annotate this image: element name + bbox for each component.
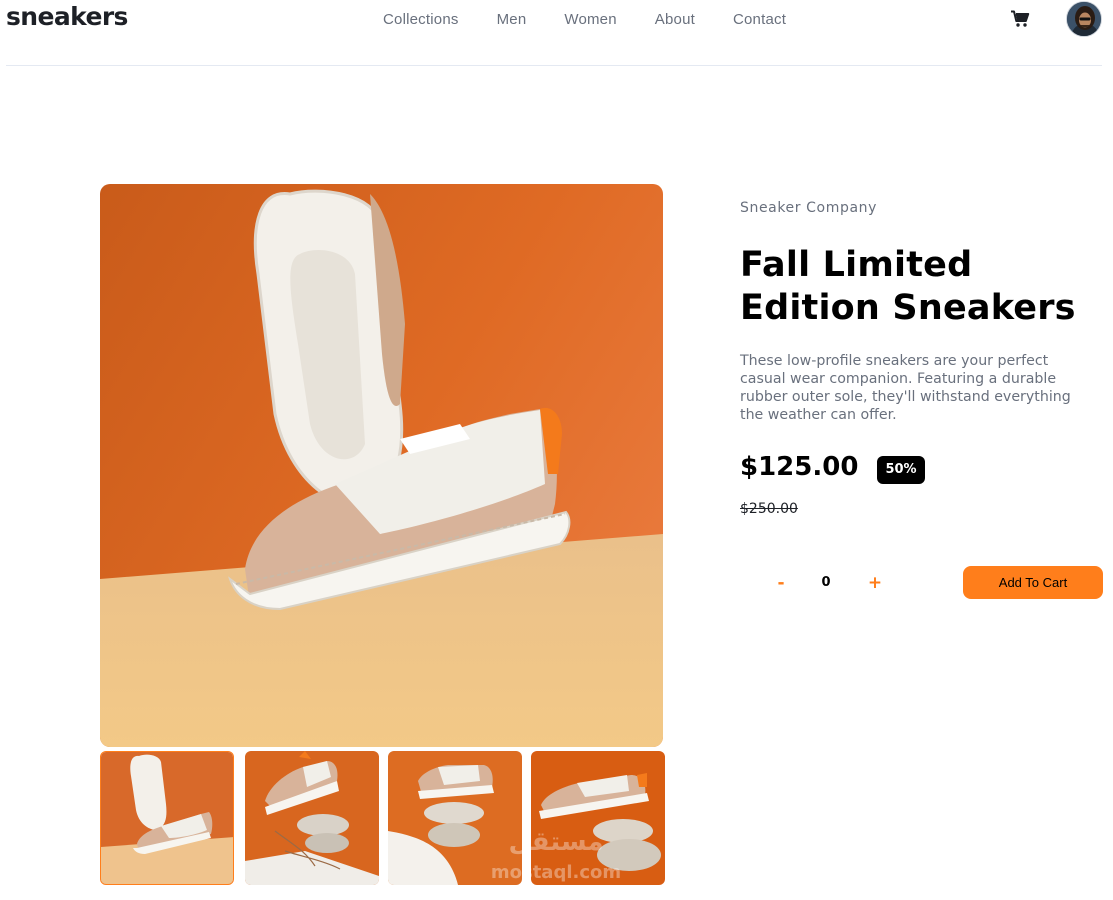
avatar-icon — [1067, 2, 1101, 36]
nav-women[interactable]: Women — [564, 11, 616, 28]
nav-collections[interactable]: Collections — [383, 11, 459, 28]
header-divider — [6, 65, 1102, 66]
discount-badge: 50% — [877, 456, 925, 484]
current-price: $125.00 — [740, 452, 859, 482]
thumbnail-4[interactable] — [531, 751, 665, 885]
logo[interactable]: sneakers — [6, 2, 128, 31]
quantity-decrease-button[interactable]: - — [770, 572, 792, 594]
main-nav: Collections Men Women About Contact — [383, 11, 824, 28]
nav-men[interactable]: Men — [497, 11, 527, 28]
product-title: Fall Limited Edition Sneakers — [740, 245, 1076, 328]
thumbnail-3[interactable] — [388, 751, 522, 885]
nav-about[interactable]: About — [655, 11, 695, 28]
nav-contact[interactable]: Contact — [733, 11, 786, 28]
company-name: Sneaker Company — [740, 200, 877, 216]
quantity-increase-button[interactable]: + — [864, 572, 886, 594]
add-to-cart-button[interactable]: Add To Cart — [963, 566, 1103, 599]
thumbnail-1[interactable] — [100, 751, 234, 885]
avatar[interactable] — [1066, 1, 1102, 37]
quantity-value: 0 — [821, 575, 831, 590]
main-product-image[interactable] — [100, 184, 663, 747]
thumbnail-2[interactable] — [245, 751, 379, 885]
site-header: sneakers Collections Men Women About Con… — [0, 0, 1113, 66]
thumbnail-strip — [100, 751, 665, 885]
original-price: $250.00 — [740, 501, 798, 517]
cart-icon[interactable] — [1010, 10, 1030, 28]
product-description: These low-profile sneakers are your perf… — [740, 353, 1071, 423]
